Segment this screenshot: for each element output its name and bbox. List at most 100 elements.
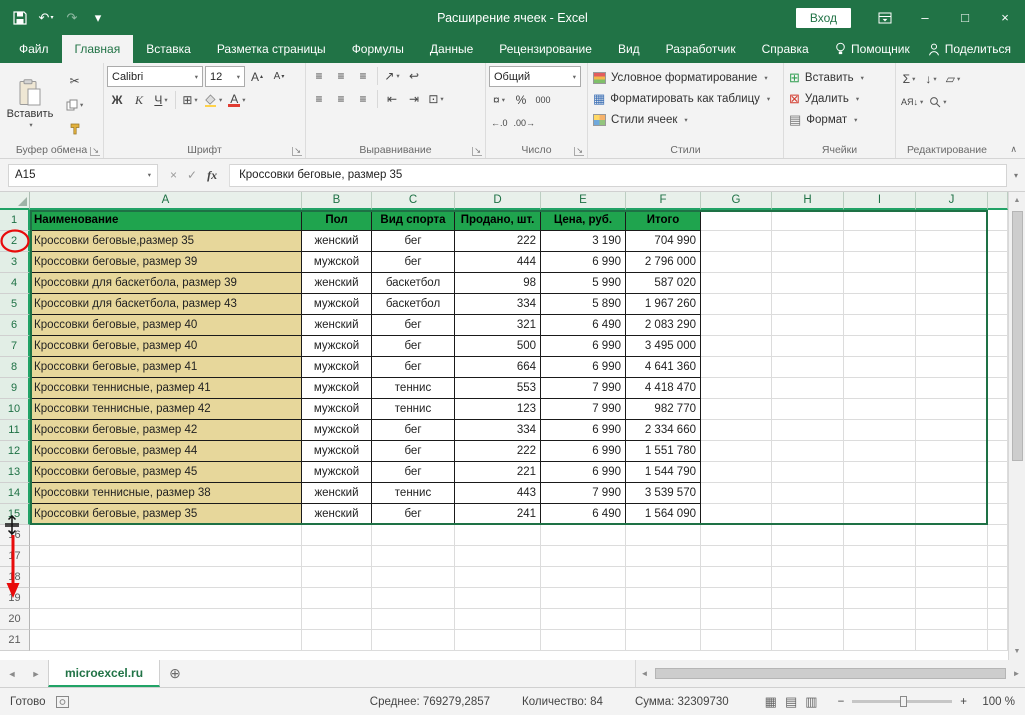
row-header-17[interactable]: 17 — [0, 546, 30, 567]
cell-I7[interactable] — [844, 336, 916, 357]
cell-E11[interactable]: 6 990 — [541, 420, 626, 441]
cell-styles-button[interactable]: Стили ячеек ▾ — [588, 109, 783, 130]
cell-B20[interactable] — [302, 609, 372, 630]
column-header-J[interactable]: J — [916, 192, 988, 210]
cell-E9[interactable]: 7 990 — [541, 378, 626, 399]
cell-C4[interactable]: баскетбол — [372, 273, 455, 294]
row-header-8[interactable]: 8 — [0, 357, 30, 378]
sheet-tab-microexcel[interactable]: microexcel.ru — [48, 660, 160, 687]
cell-J17[interactable] — [916, 546, 988, 567]
cell-E5[interactable]: 5 890 — [541, 294, 626, 315]
cell-F15[interactable]: 1 564 090 — [626, 504, 701, 525]
cell-B2[interactable]: женский — [302, 231, 372, 252]
cell-E1[interactable]: Цена, руб. — [541, 210, 626, 231]
cell-D17[interactable] — [455, 546, 541, 567]
cell-H13[interactable] — [772, 462, 844, 483]
fill-button[interactable]: ↓▾ — [921, 69, 941, 89]
cell-D1[interactable]: Продано, шт. — [455, 210, 541, 231]
cell-J20[interactable] — [916, 609, 988, 630]
cell-B15[interactable]: женский — [302, 504, 372, 525]
cell-H3[interactable] — [772, 252, 844, 273]
cell-D18[interactable] — [455, 567, 541, 588]
cell-H19[interactable] — [772, 588, 844, 609]
font-name-select[interactable]: Calibri▾ — [107, 66, 203, 87]
cell-A13[interactable]: Кроссовки беговые, размер 45 — [30, 462, 302, 483]
format-cells-button[interactable]: ▤ Формат ▾ — [784, 109, 895, 130]
italic-button[interactable]: К — [129, 90, 149, 110]
cell-F10[interactable]: 982 770 — [626, 399, 701, 420]
row-header-3[interactable]: 3 — [0, 252, 30, 273]
fill-color-button[interactable]: ▾ — [202, 90, 224, 110]
tab-Формулы[interactable]: Формулы — [339, 35, 417, 63]
cell-E16[interactable] — [541, 525, 626, 546]
column-header-H[interactable]: H — [772, 192, 844, 210]
cell-G18[interactable] — [701, 567, 772, 588]
cell-B9[interactable]: мужской — [302, 378, 372, 399]
row-header-6[interactable]: 6 — [0, 315, 30, 336]
format-painter-button[interactable] — [64, 119, 85, 139]
cell-F2[interactable]: 704 990 — [626, 231, 701, 252]
cell-C21[interactable] — [372, 630, 455, 651]
zoom-in-button[interactable]: + — [960, 696, 967, 708]
cell-J9[interactable] — [916, 378, 988, 399]
percent-style-button[interactable]: % — [511, 90, 531, 110]
cell-E13[interactable]: 6 990 — [541, 462, 626, 483]
cancel-button[interactable]: × — [170, 168, 177, 182]
cell-J8[interactable] — [916, 357, 988, 378]
cell-D4[interactable]: 98 — [455, 273, 541, 294]
cell-J7[interactable] — [916, 336, 988, 357]
cell-A14[interactable]: Кроссовки теннисные, размер 38 — [30, 483, 302, 504]
cell-J2[interactable] — [916, 231, 988, 252]
clear-button[interactable]: ▱▾ — [943, 69, 963, 89]
row-header-12[interactable]: 12 — [0, 441, 30, 462]
decrease-font-button[interactable]: А▾ — [269, 67, 289, 87]
cell-E10[interactable]: 7 990 — [541, 399, 626, 420]
cell-F12[interactable]: 1 551 780 — [626, 441, 701, 462]
cell-F16[interactable] — [626, 525, 701, 546]
borders-button[interactable]: ⊞▾ — [180, 90, 200, 110]
cell-J19[interactable] — [916, 588, 988, 609]
cell-G10[interactable] — [701, 399, 772, 420]
cell-D14[interactable]: 443 — [455, 483, 541, 504]
cell-H16[interactable] — [772, 525, 844, 546]
cell-C5[interactable]: баскетбол — [372, 294, 455, 315]
cell-E2[interactable]: 3 190 — [541, 231, 626, 252]
cell-J13[interactable] — [916, 462, 988, 483]
cell-E20[interactable] — [541, 609, 626, 630]
cell-G11[interactable] — [701, 420, 772, 441]
scroll-left-arrow[interactable]: ◄ — [636, 669, 653, 678]
tab-assistant[interactable]: Помощник — [835, 42, 910, 56]
cell-E18[interactable] — [541, 567, 626, 588]
cell-A1[interactable]: Наименование — [30, 210, 302, 231]
increase-decimal-button[interactable]: ←.0 — [489, 113, 510, 133]
cell-F17[interactable] — [626, 546, 701, 567]
cell-D9[interactable]: 553 — [455, 378, 541, 399]
tab-Рецензирование[interactable]: Рецензирование — [486, 35, 605, 63]
cell-E8[interactable]: 6 990 — [541, 357, 626, 378]
zoom-slider[interactable] — [852, 700, 952, 703]
row-header-5[interactable]: 5 — [0, 294, 30, 315]
orientation-button[interactable]: ↗▾ — [382, 66, 402, 86]
macro-record-button[interactable] — [56, 696, 69, 708]
cell-J15[interactable] — [916, 504, 988, 525]
cell-B4[interactable]: женский — [302, 273, 372, 294]
cell-H5[interactable] — [772, 294, 844, 315]
cell-G7[interactable] — [701, 336, 772, 357]
cell-D15[interactable]: 241 — [455, 504, 541, 525]
align-middle-button[interactable]: ≡ — [331, 66, 351, 86]
cell-A4[interactable]: Кроссовки для баскетбола, размер 39 — [30, 273, 302, 294]
zoom-level[interactable]: 100 % — [975, 696, 1015, 708]
cell-H20[interactable] — [772, 609, 844, 630]
row-header-1[interactable]: 1 — [0, 210, 30, 231]
tab-Справка[interactable]: Справка — [749, 35, 822, 63]
cell-D10[interactable]: 123 — [455, 399, 541, 420]
cell-C16[interactable] — [372, 525, 455, 546]
tab-Разметка страницы[interactable]: Разметка страницы — [204, 35, 339, 63]
cell-I15[interactable] — [844, 504, 916, 525]
find-select-button[interactable]: ▾ — [927, 92, 948, 112]
cell-F5[interactable]: 1 967 260 — [626, 294, 701, 315]
cell-H4[interactable] — [772, 273, 844, 294]
cell-H2[interactable] — [772, 231, 844, 252]
cell-G15[interactable] — [701, 504, 772, 525]
cell-C14[interactable]: теннис — [372, 483, 455, 504]
